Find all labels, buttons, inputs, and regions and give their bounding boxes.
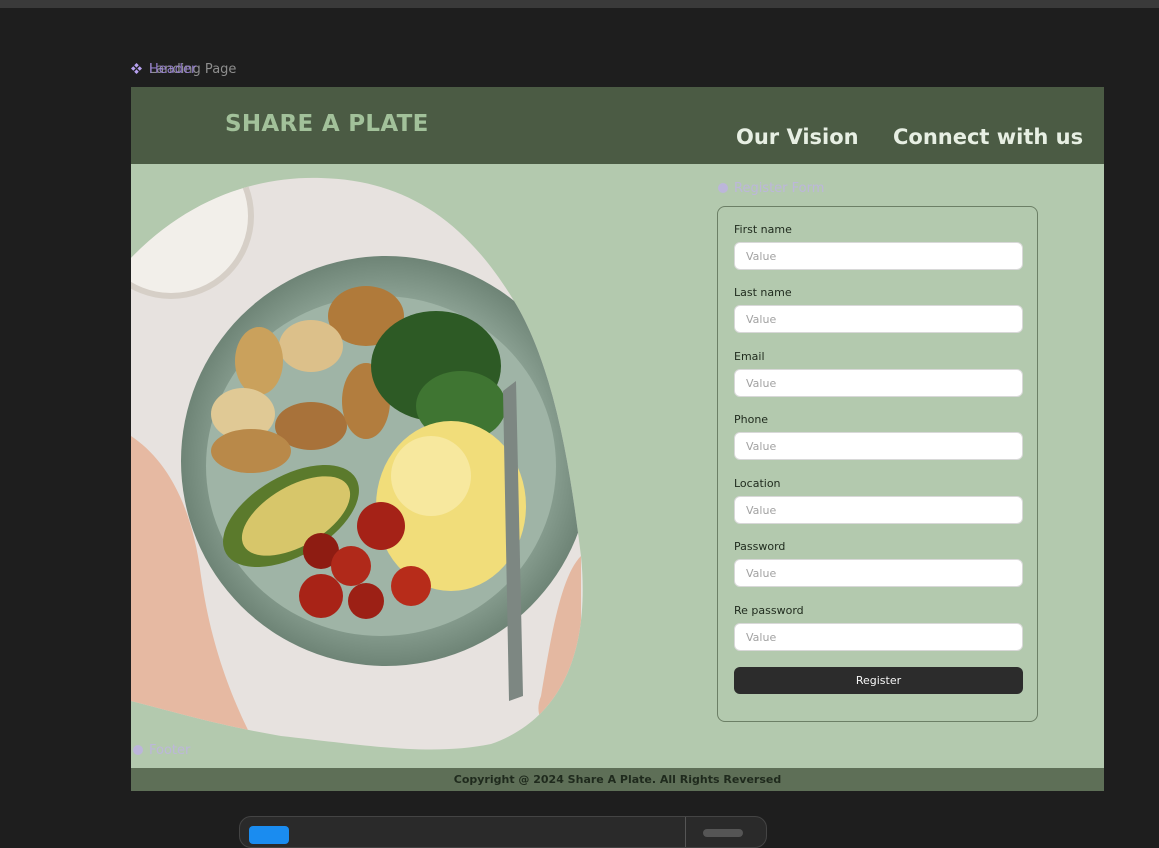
last-name-field: Last name bbox=[734, 286, 1023, 333]
toolbar-active-tool[interactable] bbox=[249, 826, 289, 844]
phone-label: Phone bbox=[734, 413, 769, 426]
register-form-layer-label: Register Form bbox=[718, 181, 824, 196]
nav-link-our-vision[interactable]: Our Vision bbox=[736, 125, 859, 149]
landing-page-frame: SHARE A PLATE Our Vision Connect with us bbox=[131, 87, 1104, 791]
first-name-input[interactable] bbox=[734, 242, 1023, 270]
component-dot-icon bbox=[133, 745, 143, 755]
editor-bottom-toolbar bbox=[239, 816, 767, 848]
frame-label[interactable]: Landing Page Header bbox=[131, 62, 236, 78]
site-footer: Copyright @ 2024 Share A Plate. All Righ… bbox=[131, 768, 1104, 791]
register-form: First name Last name Email Phone Locatio… bbox=[717, 206, 1038, 722]
phone-field: Phone bbox=[734, 413, 1023, 460]
first-name-label: First name bbox=[734, 223, 792, 236]
password-input[interactable] bbox=[734, 559, 1023, 587]
location-field: Location bbox=[734, 477, 1023, 524]
password-field: Password bbox=[734, 540, 1023, 587]
password-label: Password bbox=[734, 540, 786, 553]
last-name-label: Last name bbox=[734, 286, 792, 299]
frame-name-header: Header bbox=[149, 62, 197, 77]
first-name-field: First name bbox=[734, 223, 1023, 270]
location-input[interactable] bbox=[734, 496, 1023, 524]
editor-top-bar bbox=[0, 0, 1159, 8]
phone-input[interactable] bbox=[734, 432, 1023, 460]
email-field: Email bbox=[734, 350, 1023, 397]
hero-food-image bbox=[131, 177, 583, 750]
email-label: Email bbox=[734, 350, 765, 363]
re-password-input[interactable] bbox=[734, 623, 1023, 651]
nav-link-connect[interactable]: Connect with us bbox=[893, 125, 1083, 149]
brand-logo-text[interactable]: SHARE A PLATE bbox=[225, 111, 429, 137]
register-button[interactable]: Register bbox=[734, 667, 1023, 694]
re-password-label: Re password bbox=[734, 604, 804, 617]
toolbar-toggle[interactable] bbox=[703, 829, 743, 837]
site-header: SHARE A PLATE Our Vision Connect with us bbox=[131, 87, 1104, 164]
last-name-input[interactable] bbox=[734, 305, 1023, 333]
toolbar-divider bbox=[685, 817, 686, 847]
email-input[interactable] bbox=[734, 369, 1023, 397]
component-dot-icon bbox=[718, 183, 728, 193]
location-label: Location bbox=[734, 477, 781, 490]
re-password-field: Re password bbox=[734, 604, 1023, 651]
footer-layer-label: Footer bbox=[133, 743, 190, 758]
component-icon bbox=[131, 63, 142, 74]
